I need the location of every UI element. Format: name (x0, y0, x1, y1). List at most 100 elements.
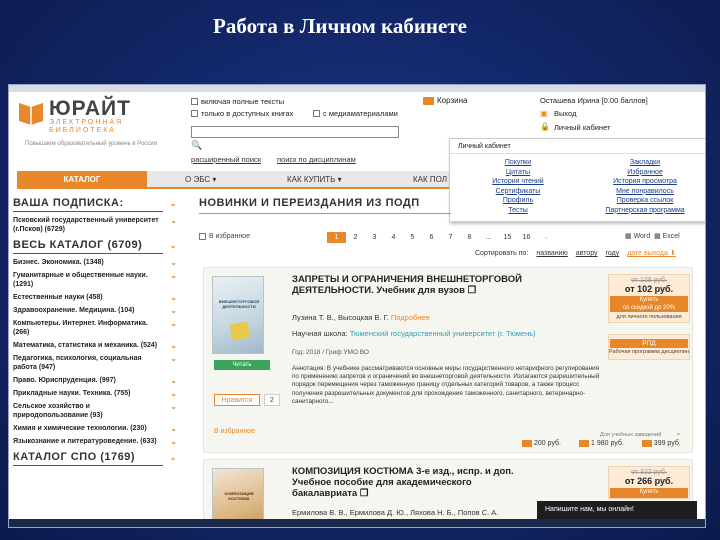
chevron-down-icon[interactable]: ⌄ (170, 271, 177, 280)
page-6[interactable]: 6 (422, 232, 441, 243)
logout-link[interactable]: Выход (554, 109, 576, 118)
menu-item-quotes[interactable]: Цитаты (478, 168, 558, 178)
school-link[interactable]: Тюменский государственный университет (г… (350, 329, 536, 338)
page-3[interactable]: 3 (365, 232, 384, 243)
menu-item-certificates[interactable]: Сертификаты (478, 187, 558, 197)
site-logo[interactable]: ЮРАЙТ ЭЛЕКТРОННАЯ БИБЛИОТЕКА Повышаем обр… (17, 97, 177, 147)
chevron-down-icon[interactable]: ⌄ (170, 341, 177, 350)
nav-how-buy[interactable]: КАК КУПИТЬ ▾ (287, 171, 342, 189)
menu-item-tests[interactable]: Тесты (478, 206, 558, 216)
cabinet-link[interactable]: Личный кабинет (554, 123, 610, 132)
read-button[interactable]: Читать (214, 360, 270, 370)
subscription-item[interactable]: Псковский государственный университет (г… (13, 214, 177, 236)
chevron-down-icon[interactable]: ⌄ (170, 306, 177, 315)
page-1[interactable]: 1 (327, 232, 346, 243)
chevron-down-icon[interactable]: ⌄ (170, 319, 177, 328)
price-option-1[interactable]: 200 руб. (522, 440, 561, 447)
next-page-arrow-icon[interactable]: → (536, 232, 555, 243)
chevron-down-icon[interactable]: ⌄ (170, 437, 177, 446)
sidebar-item-math[interactable]: Математика, статистика и механика. (524)… (13, 339, 177, 352)
select-checkbox[interactable] (199, 233, 206, 240)
logout-icon[interactable]: ▣ (540, 109, 548, 118)
page-5[interactable]: 5 (403, 232, 422, 243)
page-16[interactable]: 16 (517, 232, 536, 243)
menu-item-link-check[interactable]: Проверка ссылок (590, 196, 700, 206)
sidebar-item-natural-sciences[interactable]: Естественные науки (458) ⌄ (13, 291, 177, 304)
sort-by-author[interactable]: автору (576, 250, 598, 257)
sidebar-item-chemistry[interactable]: Химия и химические технологии. (230) ⌄ (13, 422, 177, 435)
page-15[interactable]: 15 (498, 232, 517, 243)
browser-toolbar (9, 85, 705, 92)
chevron-down-icon[interactable]: ⌄ (170, 293, 177, 302)
book-title[interactable]: ЗАПРЕТЫ И ОГРАНИЧЕНИЯ ВНЕШНЕТОРГОВОЙ ДЕЯ… (292, 274, 522, 296)
sidebar-item-humanities[interactable]: Гуманитарные и общественные науки. (1291… (13, 269, 177, 291)
sidebar-item-applied-sciences[interactable]: Прикладные науки. Техника. (755) ⌄ (13, 387, 177, 400)
excel-export[interactable]: ▦ Excel (654, 233, 680, 240)
page-2[interactable]: 2 (346, 232, 365, 243)
chevron-down-icon[interactable]: ⌄ (170, 354, 177, 363)
book-title[interactable]: КОМПОЗИЦИЯ КОСТЮМА 3-е изд., испр. и доп… (292, 466, 522, 499)
sidebar-item-business[interactable]: Бизнес. Экономика. (1348) ⌄ (13, 256, 177, 269)
sidebar-item-agriculture[interactable]: Сельское хозяйство и природопользование … (13, 400, 177, 422)
chevron-down-icon[interactable]: ⌄ (170, 241, 177, 250)
menu-item-bookmarks[interactable]: Закладки (590, 158, 700, 168)
nav-catalog[interactable]: КАТАЛОГ (17, 171, 147, 189)
catalog-heading[interactable]: ВЕСЬ КАТАЛОГ (6709) ⌄ (13, 239, 176, 254)
copy-icon[interactable]: ❐ (468, 285, 477, 296)
sidebar-item-computers[interactable]: Компьютеры. Интернет. Информатика. (266)… (13, 317, 177, 339)
search-icon[interactable]: 🔍 (191, 140, 209, 150)
menu-item-liked[interactable]: Мне понравилось (590, 187, 700, 197)
available-books-checkbox[interactable]: только в доступных книгах (191, 109, 293, 118)
add-all-favorites[interactable]: В избранное (199, 233, 250, 240)
sort-bar: Сортировать по: названию автору году дат… (475, 249, 676, 257)
menu-item-favorites[interactable]: Избранное (590, 168, 700, 178)
like-button[interactable]: Нравится (214, 394, 260, 406)
chevron-down-icon[interactable]: ⌄ (170, 402, 177, 411)
advanced-search-link[interactable]: расширенный поиск (191, 155, 261, 164)
buy-button[interactable]: Купить (610, 488, 688, 498)
chevron-down-icon[interactable]: ⌄ (170, 199, 177, 208)
page-7[interactable]: 7 (441, 232, 460, 243)
buy-button[interactable]: Купить со скидкой до 20% (610, 296, 688, 312)
favorite-link[interactable]: В избранное (214, 428, 255, 435)
chevron-down-icon[interactable]: ⌄ (675, 428, 682, 437)
search-input[interactable] (191, 126, 399, 138)
dropdown-title: Личный кабинет (458, 143, 511, 150)
menu-item-profile[interactable]: Профиль (478, 196, 558, 206)
copy-icon[interactable]: ❐ (360, 488, 369, 499)
chevron-down-icon[interactable]: ⌄ (170, 453, 177, 462)
book-cover[interactable]: ВНЕШНЕТОРГОВОЙ ДЕЯТЕЛЬНОСТИ (212, 276, 264, 354)
sort-by-date[interactable]: дате выхода ⬇ (627, 250, 676, 257)
chat-widget[interactable]: Напишите нам, мы онлайн! (537, 501, 697, 519)
chevron-down-icon[interactable]: ⌄ (170, 258, 177, 267)
sidebar-item-medicine[interactable]: Здравоохранение. Медицина. (104) ⌄ (13, 304, 177, 317)
sort-by-year[interactable]: году (606, 250, 620, 257)
sidebar-item-pedagogy[interactable]: Педагогика, психология, социальная работ… (13, 352, 177, 374)
menu-item-partner[interactable]: Партнерская программа (590, 206, 700, 216)
chevron-down-icon[interactable]: ⌄ (170, 216, 177, 225)
page-8[interactable]: 8 (460, 232, 479, 243)
cart-link[interactable]: Корзина (423, 96, 467, 105)
multimedia-checkbox[interactable]: с медиаматериалами (313, 109, 398, 118)
chevron-down-icon[interactable]: ⌄ (170, 376, 177, 385)
rpd-button[interactable]: РПД (610, 339, 688, 348)
discipline-search-link[interactable]: поиск по дисциплинам (277, 155, 356, 164)
full-text-checkbox[interactable]: включая полные тексты (191, 97, 284, 106)
sidebar-item-linguistics[interactable]: Языкознание и литературоведение. (633) ⌄ (13, 435, 177, 448)
menu-item-purchases[interactable]: Покупки (478, 158, 558, 168)
menu-item-reading-history[interactable]: История чтений (478, 177, 558, 187)
sidebar-item-law[interactable]: Право. Юриспруденция. (997) ⌄ (13, 374, 177, 387)
word-export[interactable]: ▦ Word (625, 233, 650, 240)
price-option-2[interactable]: 1 980 руб. (578, 440, 624, 447)
menu-item-view-history[interactable]: История просмотра (590, 177, 700, 187)
page-4[interactable]: 4 (384, 232, 403, 243)
chevron-down-icon[interactable]: ⌄ (170, 389, 177, 398)
nav-ebs[interactable]: О ЭБС ▾ (185, 171, 216, 189)
more-link[interactable]: Подробнее (391, 313, 430, 322)
sort-by-title[interactable]: названию (536, 250, 567, 257)
chevron-down-icon[interactable]: ⌄ (170, 424, 177, 433)
subscription-heading[interactable]: ВАША ПОДПИСКА: ⌄ (13, 197, 176, 212)
spo-catalog-heading[interactable]: КАТАЛОГ СПО (1769) ⌄ (13, 451, 176, 466)
price-option-3[interactable]: 399 руб. (641, 440, 681, 447)
nav-how-use[interactable]: КАК ПОЛ (413, 171, 447, 189)
